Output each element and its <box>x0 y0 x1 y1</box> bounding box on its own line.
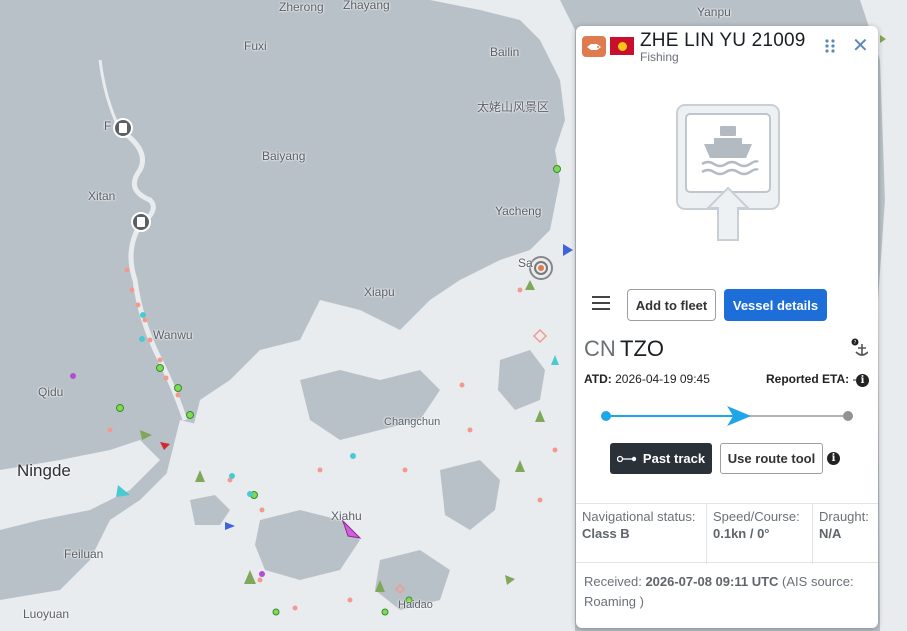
speed-course-value: 0.1kn / 0° <box>713 526 770 541</box>
fishing-vessel-icon <box>582 36 606 57</box>
drag-handle-icon[interactable] <box>824 38 836 54</box>
received-label: Received: <box>584 574 642 589</box>
draught-cell: Draught: N/A <box>813 504 878 564</box>
place-label: Sa <box>518 256 533 270</box>
vessel-stats-grid: Navigational status: Class B Speed/Cours… <box>576 503 878 564</box>
place-label: Zherong <box>279 0 324 14</box>
port-icon[interactable] <box>113 118 133 138</box>
received-value: 2026-07-08 09:11 UTC <box>645 574 779 589</box>
info-icon[interactable]: i <box>827 452 840 465</box>
place-label: Yacheng <box>495 204 542 218</box>
nav-status-cell: Navigational status: Class B <box>576 504 707 564</box>
place-label: Zhayang <box>343 0 390 12</box>
place-label: Bailin <box>490 45 520 59</box>
vessel-name: ZHE LIN YU 21009 <box>640 30 806 51</box>
nav-status-value: Class B <box>582 526 630 541</box>
place-label: Yanpu <box>697 5 731 19</box>
place-label: Xiapu <box>364 285 395 299</box>
received-info: Received: 2026-07-08 09:11 UTC (AIS sour… <box>584 572 874 612</box>
panel-header: ZHE LIN YU 21009 Fishing ✕ <box>576 26 878 70</box>
route-origin: CN <box>584 336 616 361</box>
place-label: Ningde <box>17 461 71 480</box>
add-to-fleet-button[interactable]: Add to fleet <box>627 289 716 321</box>
past-track-button[interactable]: Past track <box>610 443 712 474</box>
place-label: Fuxi <box>244 39 267 53</box>
place-label: Feiluan <box>64 547 104 561</box>
menu-icon[interactable] <box>592 296 610 310</box>
port-icon[interactable] <box>131 212 151 232</box>
nav-status-label: Navigational status: <box>582 509 696 524</box>
place-label: Haidao <box>398 599 433 611</box>
draught-label: Draught: <box>819 509 869 524</box>
place-label: Xitan <box>88 189 116 203</box>
flag-icon <box>610 37 634 55</box>
svg-text:?: ? <box>854 340 857 346</box>
place-label: Qidu <box>38 385 64 399</box>
anchor-icon[interactable]: ? <box>850 338 868 358</box>
place-label: Changchun <box>384 416 441 428</box>
place-label: Baiyang <box>262 149 306 163</box>
atd-row: ATD: 2026-04-19 09:45 <box>584 372 710 386</box>
past-track-label: Past track <box>642 451 706 466</box>
track-icon <box>616 455 637 462</box>
route-tool-button[interactable]: Use route tool <box>720 443 823 474</box>
atd-value: 2026-04-19 09:45 <box>615 372 710 386</box>
atd-label: ATD: <box>584 372 612 386</box>
info-icon[interactable]: i <box>856 374 869 387</box>
place-label: 太姥山风景区 <box>477 100 550 114</box>
vessel-type: Fishing <box>640 50 679 64</box>
voyage-progress-bar <box>601 406 853 426</box>
vessel-info-panel: ZHE LIN YU 21009 Fishing ✕ Add to fleet … <box>576 26 878 628</box>
speed-course-cell: Speed/Course: 0.1kn / 0° <box>707 504 813 564</box>
speed-course-label: Speed/Course: <box>713 509 800 524</box>
vessel-details-button[interactable]: Vessel details <box>724 289 827 321</box>
vessel-photo-placeholder <box>676 104 780 241</box>
route-destination: TZO <box>620 336 664 361</box>
place-label: F <box>104 119 112 133</box>
place-label: Wanwu <box>153 328 193 342</box>
close-icon[interactable]: ✕ <box>852 36 869 56</box>
place-label: Luoyuan <box>23 607 70 621</box>
place-label: Xiahu <box>331 509 362 523</box>
eta-row: Reported ETA: - <box>766 372 856 386</box>
draught-value: N/A <box>819 526 842 541</box>
eta-label: Reported ETA: <box>766 372 850 386</box>
